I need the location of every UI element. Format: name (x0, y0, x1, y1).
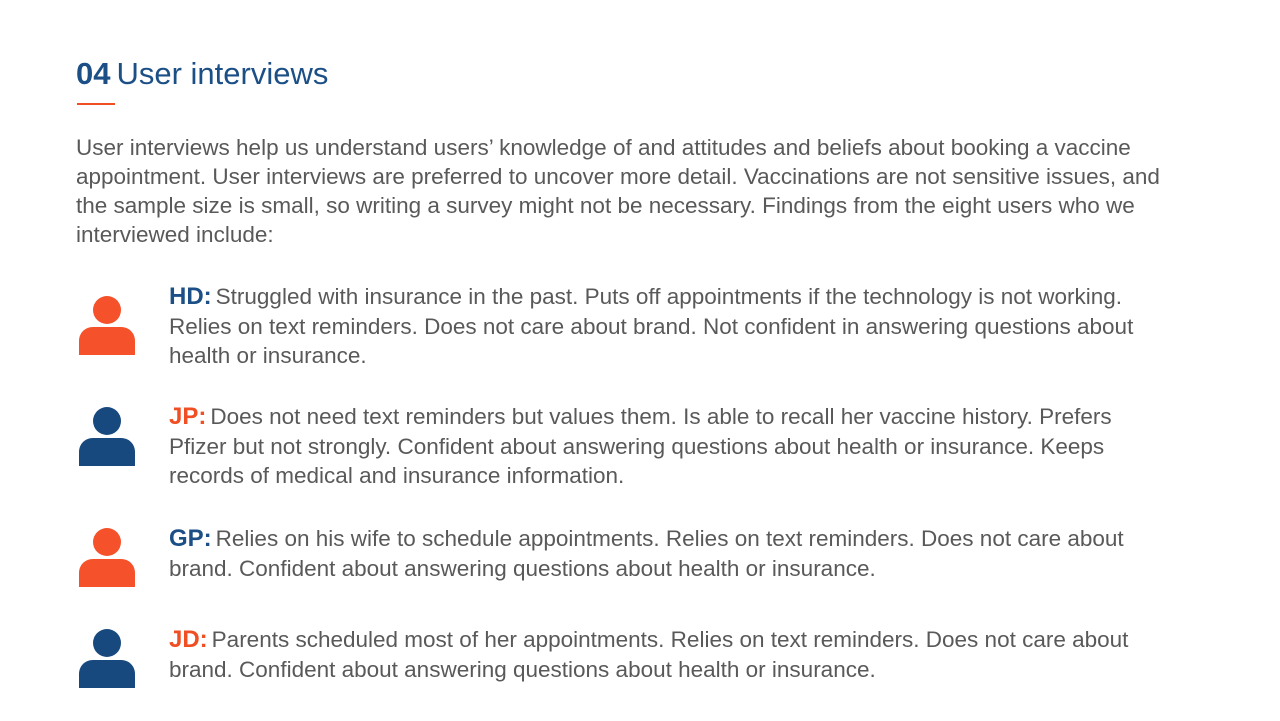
persona-description: JP: Does not need text reminders but valu… (169, 402, 1169, 491)
persona-text: Relies on his wife to schedule appointme… (169, 526, 1124, 581)
persona-description: HD: Struggled with insurance in the past.… (169, 282, 1169, 371)
persona-hd: HD: Struggled with insurance in the past.… (76, 282, 1196, 378)
persona-text: Parents scheduled most of her appointmen… (169, 627, 1129, 682)
persona-jp: JP: Does not need text reminders but valu… (76, 402, 1196, 498)
persona-description: GP: Relies on his wife to schedule appoin… (169, 524, 1169, 583)
persona-code: HD: (169, 283, 212, 310)
persona-text: Does not need text reminders but values … (169, 404, 1112, 488)
persona-code: JD: (169, 626, 208, 653)
persona-text: Struggled with insurance in the past. Pu… (169, 284, 1134, 368)
persona-jd: JD: Parents scheduled most of her appoint… (76, 625, 1196, 721)
section-number: 04 (76, 56, 111, 91)
person-icon (79, 528, 135, 587)
persona-code: GP: (169, 525, 212, 552)
title-underline (77, 103, 115, 105)
intro-paragraph: User interviews help us understand users… (76, 135, 1160, 247)
person-icon (79, 407, 135, 466)
person-icon (79, 629, 135, 688)
person-icon (79, 296, 135, 355)
title-text: User interviews (116, 56, 329, 91)
persona-gp: GP: Relies on his wife to schedule appoin… (76, 524, 1196, 620)
persona-description: JD: Parents scheduled most of her appoint… (169, 625, 1169, 684)
persona-code: JP: (169, 403, 207, 430)
slide-title: 04 User interviews (76, 52, 328, 96)
